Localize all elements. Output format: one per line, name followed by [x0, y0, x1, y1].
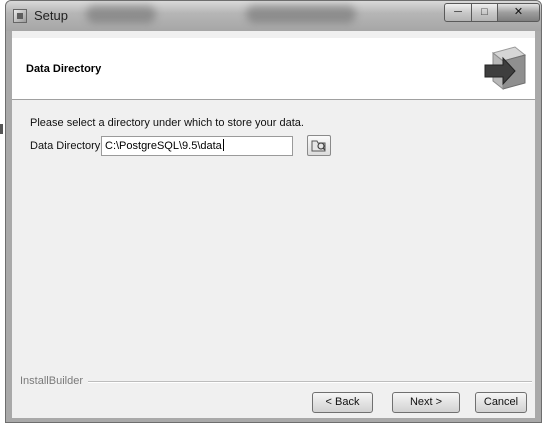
maximize-button[interactable]: □: [471, 3, 498, 22]
browse-directory-button[interactable]: [307, 135, 331, 156]
minimize-button[interactable]: ─: [444, 3, 472, 22]
data-directory-label: Data Directory: [30, 140, 101, 152]
close-button[interactable]: ✕: [497, 3, 540, 22]
dialog-client-area: Data Directory Please select a directory…: [12, 31, 535, 418]
data-directory-input[interactable]: C:\PostgreSQL\9.5\data: [101, 136, 293, 156]
close-icon: ✕: [513, 6, 524, 18]
installer-box-arrow-icon: [481, 43, 531, 93]
footer-separator: [88, 381, 532, 383]
app-icon: [13, 9, 27, 23]
title-bar-blur: [246, 5, 356, 23]
folder-browse-icon: [311, 140, 326, 152]
installbuilder-brand: InstallBuilder: [20, 375, 83, 387]
setup-window: Setup ─ □ ✕ Data Directory Please select…: [5, 0, 542, 423]
window-title: Setup: [34, 8, 68, 23]
maximize-icon: □: [481, 6, 488, 18]
dialog-header: Data Directory: [12, 38, 535, 100]
directory-prompt: Please select a directory under which to…: [30, 117, 304, 129]
minimize-icon: ─: [454, 6, 462, 18]
page-title: Data Directory: [26, 63, 102, 75]
next-button[interactable]: Next >: [392, 392, 460, 413]
title-bar[interactable]: Setup ─ □ ✕: [6, 1, 541, 31]
data-directory-value: C:\PostgreSQL\9.5\data: [105, 140, 222, 152]
text-caret: [222, 139, 224, 151]
cancel-button[interactable]: Cancel: [475, 392, 527, 413]
back-button[interactable]: < Back: [312, 392, 373, 413]
title-bar-blur: [86, 5, 156, 23]
window-edge-mark: [0, 124, 3, 134]
